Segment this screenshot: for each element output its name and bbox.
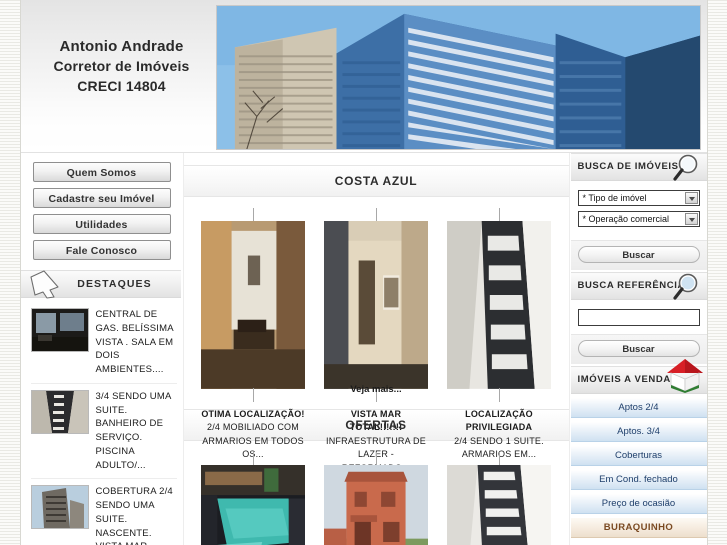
logo-line-name: Antonio Andrade (59, 38, 184, 55)
list-item-label: COBERTURA 2/4 SENDO UMA SUITE. NASCENTE.… (95, 486, 173, 545)
chevron-down-icon[interactable] (684, 213, 698, 225)
property-image (447, 208, 551, 402)
buscar-imoveis-button[interactable]: Buscar (577, 246, 700, 263)
chevron-down-icon[interactable] (684, 192, 698, 204)
logo-line-creci: CRECI 14804 (77, 78, 166, 95)
imoveis-venda-list: Aptos 2/4 Aptos. 3/4 Coberturas Em Cond.… (570, 394, 707, 538)
property-card-row-ofertas: PRAIA DE ARMAÇÃO (184, 441, 569, 545)
thumbnail-image (30, 308, 89, 352)
page-container: Antonio Andrade Corretor de Imóveis CREC… (20, 0, 707, 545)
nav-utilidades[interactable]: Utilidades (32, 214, 171, 234)
venda-item-cond-fechado[interactable]: Em Cond. fechado (570, 469, 707, 490)
busca-imoveis-body: * Tipo de imóvel * Operação comercial (570, 181, 707, 240)
hallway-photo (324, 221, 428, 389)
thumbnail-image (30, 389, 89, 434)
busca-referencia-panel: BUSCA REFERÊNCIA Buscar (570, 272, 707, 364)
list-item[interactable]: CENTRAL DE GAS. BELÍSSIMA VISTA . SALA E… (30, 302, 177, 384)
busca-referencia-body (570, 300, 707, 334)
house-icon (665, 355, 705, 393)
busca-imoveis-panel: BUSCA DE IMÓVEIS * Tipo de imóvel * Oper… (570, 153, 707, 270)
property-image (324, 451, 428, 545)
property-card[interactable]: PRAIA DE ARMAÇÃO (201, 451, 305, 545)
search-icon (669, 151, 703, 185)
skyscrapers-illustration (216, 6, 700, 149)
property-card[interactable]: EXELENTE (324, 451, 428, 545)
living-room-photo (201, 221, 305, 389)
main-nav: Quem Somos Cadastre seu Imóvel Utilidade… (21, 153, 181, 260)
busca-imoveis-header: BUSCA DE IMÓVEIS (570, 153, 707, 181)
property-card[interactable]: OTIMA LOCALIZAÇÃO! 2/4 MOBILIADO COM ARM… (201, 208, 305, 459)
venda-item-preco-ocasiao[interactable]: Preço de ocasião (570, 493, 707, 514)
destaques-header: DESTAQUES (20, 270, 181, 299)
thumbnail-image (30, 485, 89, 530)
header-banner-image (215, 5, 701, 150)
venda-item-aptos-2-4[interactable]: Aptos 2/4 (570, 397, 707, 418)
venda-item-coberturas[interactable]: Coberturas (570, 445, 707, 466)
property-image (201, 208, 305, 402)
list-item-label: CENTRAL DE GAS. BELÍSSIMA VISTA . SALA E… (95, 309, 174, 376)
nav-cadastre-seu-imovel[interactable]: Cadastre seu Imóvel (32, 188, 171, 208)
property-card[interactable]: VISTA MAR TOTAL!!!!!!! INFRAESTRUTURA DE… (324, 208, 428, 473)
pool-photo (201, 464, 305, 545)
busca-referencia-header: BUSCA REFERÊNCIA (570, 272, 707, 300)
list-item-label: 3/4 SENDO UMA SUITE. BANHEIRO DE SERVIÇO… (95, 390, 171, 471)
facade-upview-photo (447, 464, 551, 545)
imoveis-venda-panel: IMÓVEIS A VENDA Aptos 2/4 Aptos. 3/4 Cob… (570, 359, 707, 538)
building-facade-thumb (31, 390, 88, 433)
search-icon-glyph (672, 154, 697, 181)
site-header: Antonio Andrade Corretor de Imóveis CREC… (20, 0, 707, 153)
property-image (447, 451, 551, 545)
property-image (324, 208, 428, 402)
venda-item-aptos-3-4[interactable]: Aptos. 3/4 (570, 421, 707, 442)
property-card[interactable]: LOCALIZACAO (447, 451, 551, 545)
body-columns: Quem Somos Cadastre seu Imóvel Utilidade… (20, 153, 707, 545)
imoveis-venda-title: IMÓVEIS A VENDA (577, 374, 671, 385)
property-card-row-costa-azul: OTIMA LOCALIZAÇÃO! 2/4 MOBILIADO COM ARM… (184, 197, 569, 473)
house-icon-glyph (666, 359, 703, 393)
operacao-comercial-select[interactable]: * Operação comercial (577, 211, 700, 227)
list-item[interactable]: 3/4 SENDO UMA SUITE. BANHEIRO DE SERVIÇO… (30, 384, 177, 480)
nav-fale-conosco[interactable]: Fale Conosco (32, 240, 171, 260)
main-content: COSTA AZUL OTIMA LOCALIZAÇÃO! 2/4 MOBILI… (182, 153, 570, 545)
property-card[interactable]: LOCALIZAÇÃO PRIVILEGIADA 2/4 SENDO 1 SUI… (447, 208, 551, 459)
venda-item-buraquinho[interactable]: BURAQUINHO (570, 517, 707, 538)
tower-thumb (31, 486, 88, 529)
busca-imoveis-footer: Buscar (570, 240, 707, 270)
balcony-upview-photo (447, 221, 551, 389)
property-headline: LOCALIZAÇÃO PRIVILEGIADA (465, 408, 533, 433)
list-item[interactable]: COBERTURA 2/4 SENDO UMA SUITE. NASCENTE.… (30, 479, 177, 545)
search-icon (669, 270, 703, 304)
property-headline: OTIMA LOCALIZAÇÃO! (201, 408, 305, 419)
imoveis-venda-header: IMÓVEIS A VENDA (570, 359, 707, 394)
logo-line-role: Corretor de Imóveis (53, 58, 190, 75)
section-title-costa-azul: COSTA AZUL (183, 165, 569, 197)
referencia-input[interactable] (577, 309, 700, 326)
tipo-imovel-select[interactable]: * Tipo de imóvel (577, 190, 700, 206)
site-logo[interactable]: Antonio Andrade Corretor de Imóveis CREC… (27, 36, 217, 97)
nav-quem-somos[interactable]: Quem Somos (32, 162, 171, 182)
interior-dark-thumb (31, 309, 88, 351)
left-sidebar: Quem Somos Cadastre seu Imóvel Utilidade… (20, 153, 181, 545)
operacao-comercial-select-value: * Operação comercial (582, 214, 670, 224)
search-icon-glyph (672, 273, 697, 300)
busca-imoveis-title: BUSCA DE IMÓVEIS (577, 161, 679, 172)
tipo-imovel-select-value: * Tipo de imóvel (582, 193, 647, 203)
right-sidebar: BUSCA DE IMÓVEIS * Tipo de imóvel * Oper… (570, 153, 707, 545)
house-photo (324, 464, 428, 545)
property-image (201, 451, 305, 545)
destaques-list: CENTRAL DE GAS. BELÍSSIMA VISTA . SALA E… (21, 298, 181, 545)
destaques-title: DESTAQUES (77, 278, 152, 290)
